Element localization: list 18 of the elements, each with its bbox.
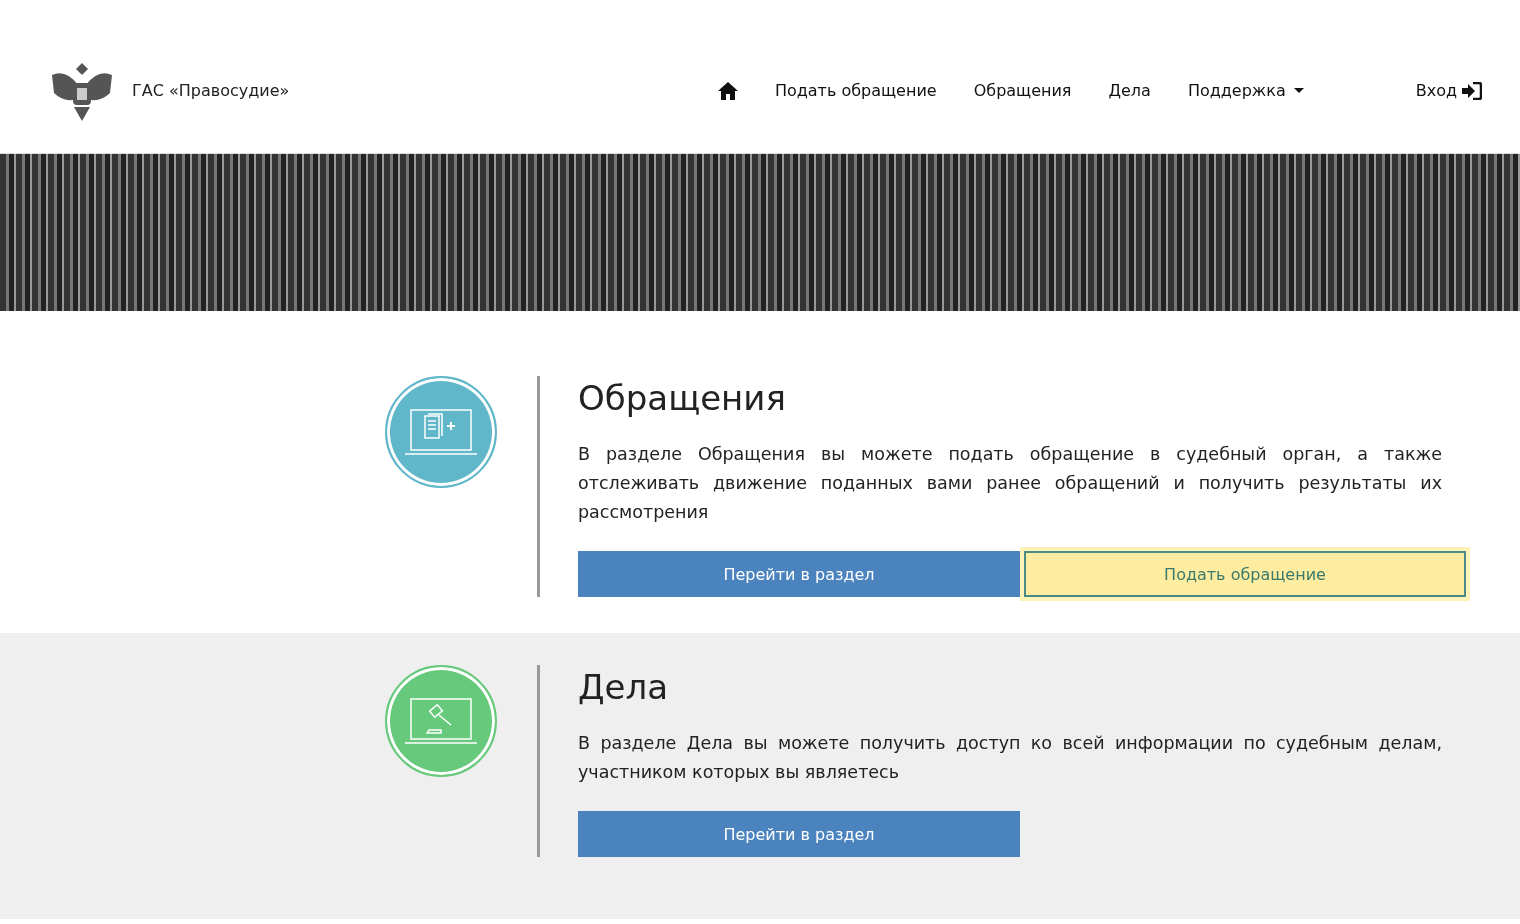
section-description: В разделе Обращения вы можете подать обращение в судебный орган, а также отслеживать движение поданных вами ранее обращений и получить результаты их рассмотрения (578, 443, 1442, 524)
gavel-icon (404, 698, 478, 744)
nav-link[interactable]: Дела (1108, 81, 1151, 100)
nav-link[interactable]: Подать обращение (774, 81, 937, 100)
documents-plus-icon (404, 409, 478, 455)
section-button[interactable]: Перейти в раздел (578, 811, 1020, 857)
section-title: Обращения (578, 377, 787, 420)
login-link[interactable]: Вход (1415, 81, 1482, 100)
section-description: В разделе Дела вы можете получить доступ ко всей информации по судебным делам, участником которых вы являетесь (578, 732, 1442, 784)
login-icon (1462, 81, 1482, 100)
section-title: Дела (578, 666, 670, 709)
site-title: ГАС «Правосудие» (132, 81, 290, 100)
section-button[interactable]: Перейти в раздел (578, 551, 1020, 597)
nav-link[interactable]: Обращения (973, 81, 1072, 100)
home-link[interactable] (717, 81, 738, 100)
home-icon (717, 81, 738, 100)
caret-icon (1293, 88, 1304, 93)
nav-dropdown[interactable]: Поддержка (1187, 81, 1304, 100)
